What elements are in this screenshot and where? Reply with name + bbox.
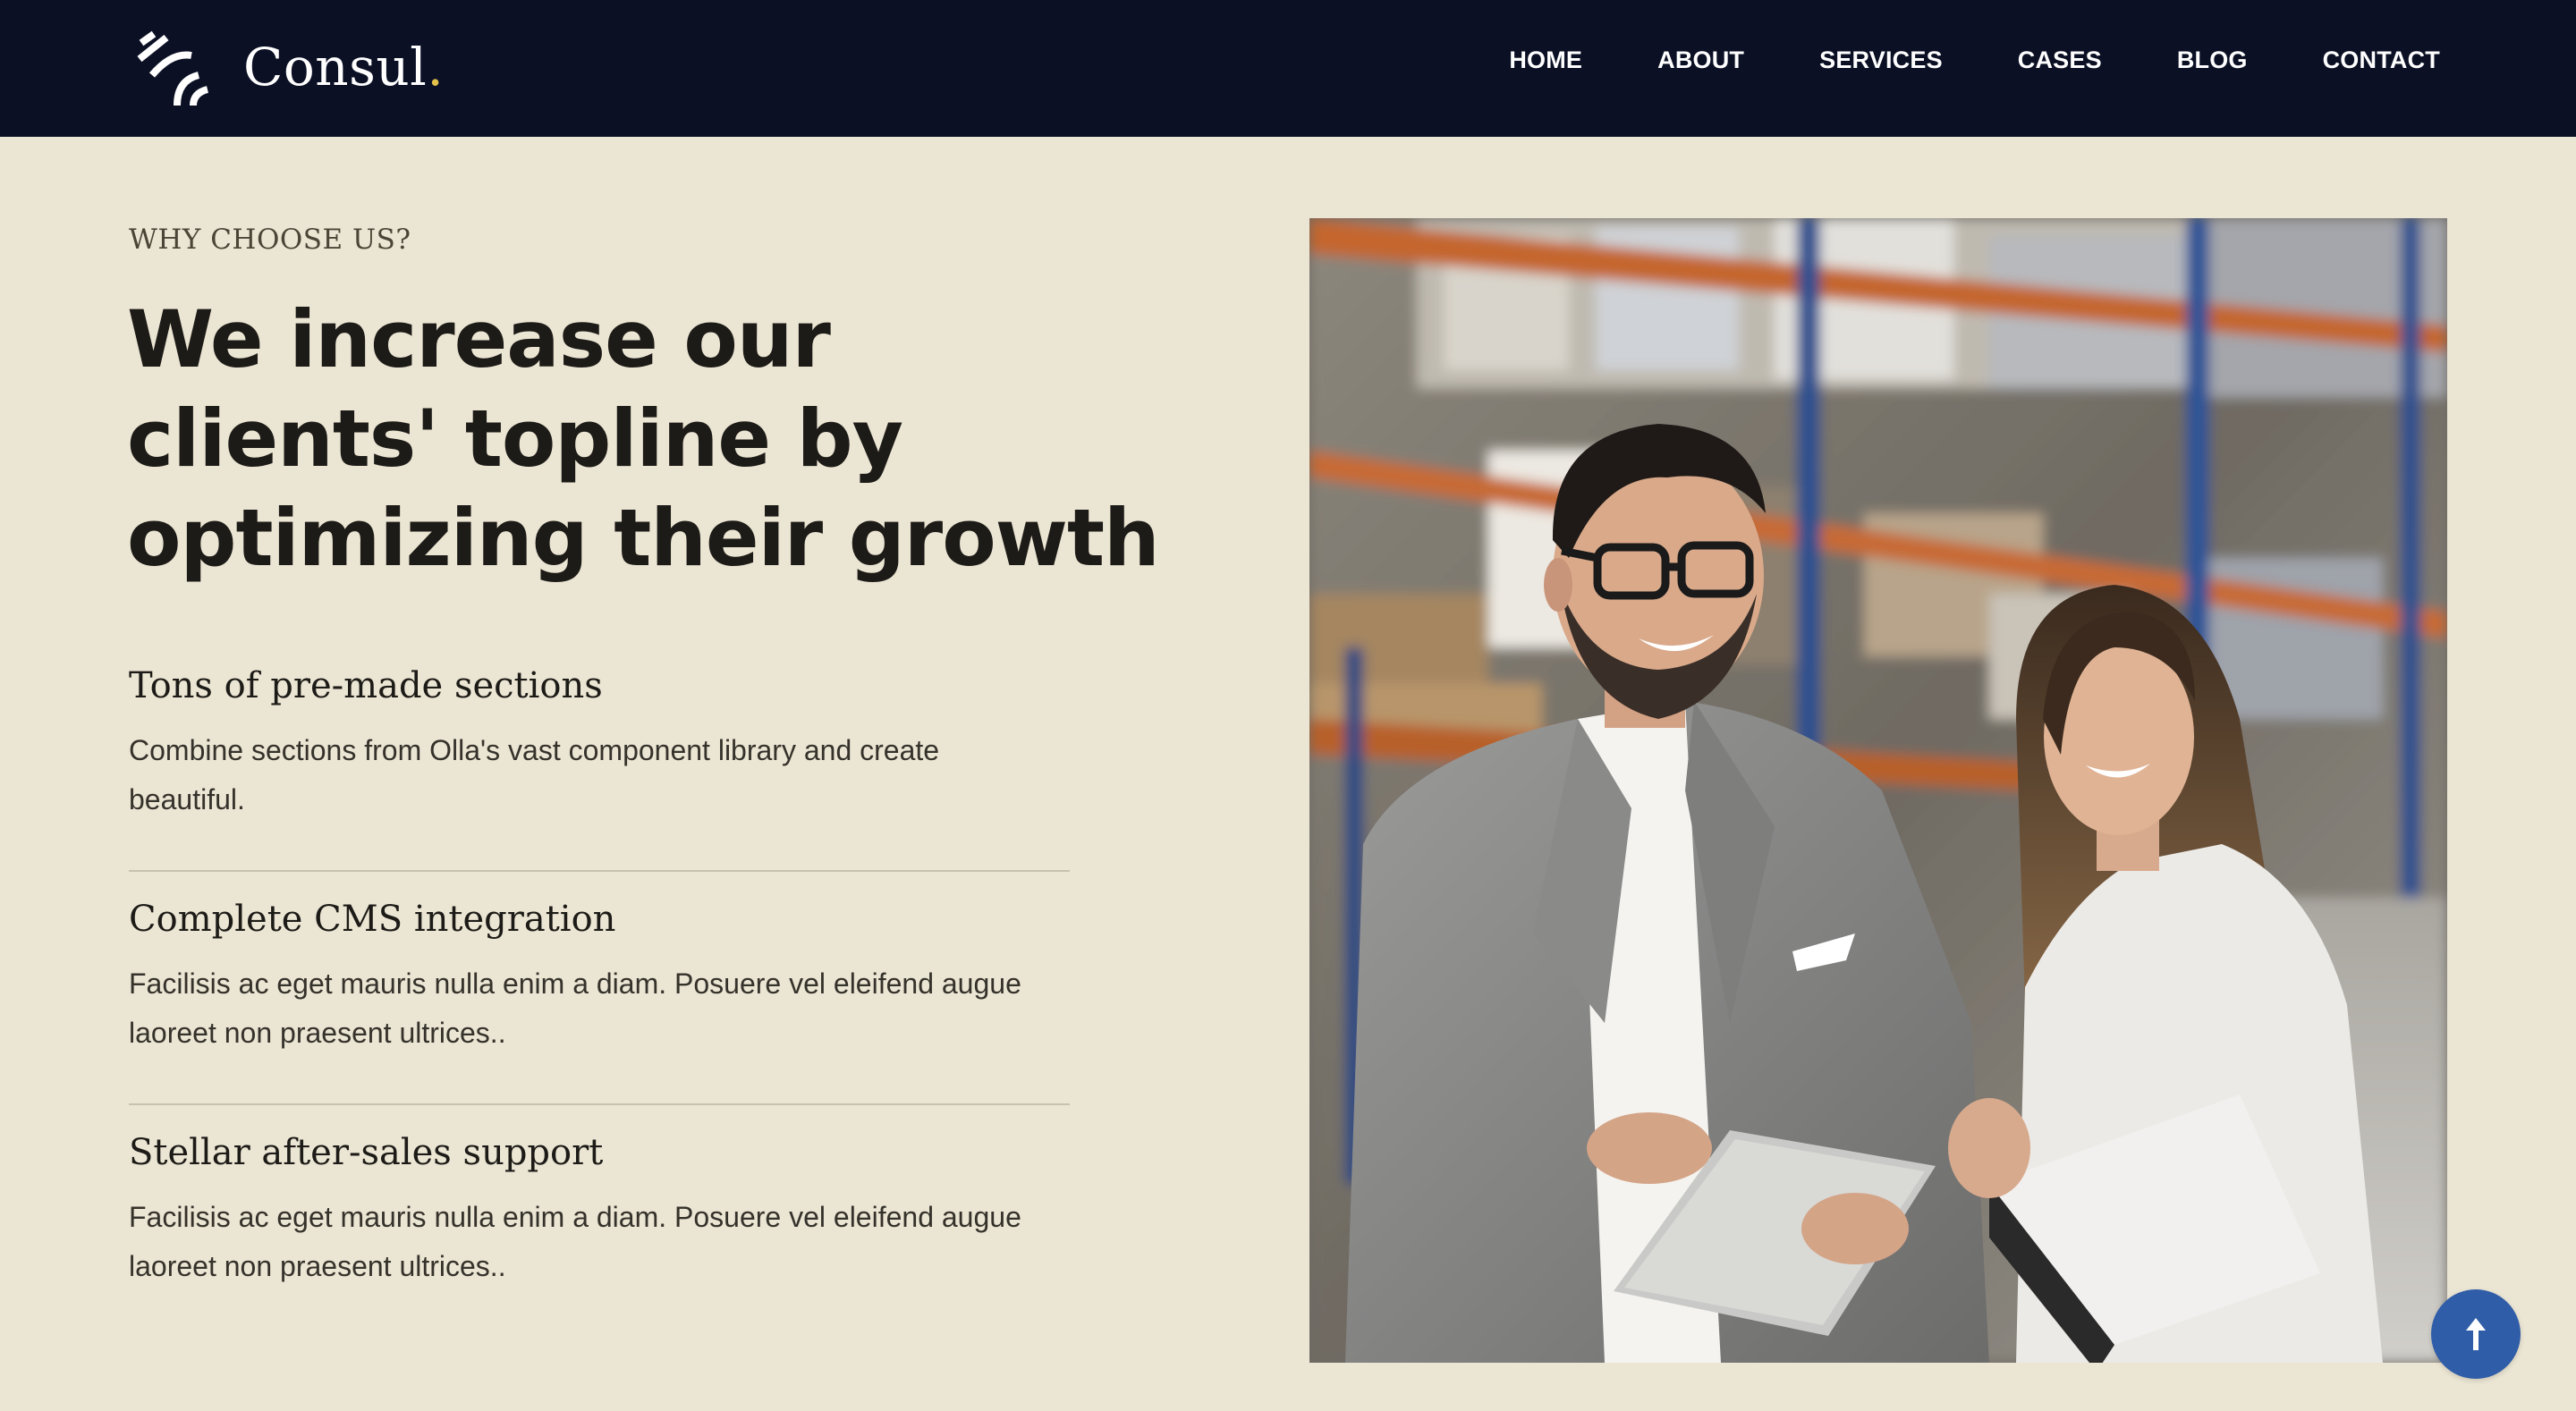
feature-item: Tons of pre-made sections Combine sectio… [129,662,1070,872]
feature-title: Complete CMS integration [129,899,616,940]
arrow-up-icon [2466,1318,2486,1350]
wave-signal-icon [137,30,209,106]
brand-name: Consul [243,37,428,97]
feature-title: Tons of pre-made sections [129,665,603,706]
feature-description: Facilisis ac eget mauris nulla enim a di… [129,1201,1021,1282]
feature-title: Stellar after-sales support [129,1132,604,1173]
feature-item: Stellar after-sales support Facilisis ac… [129,1128,1070,1339]
section-eyebrow: WHY CHOOSE US? [129,224,411,256]
feature-list: Tons of pre-made sections Combine sectio… [129,662,1070,1362]
brand-dot: . [427,37,444,97]
feature-description: Combine sections from Olla's vast compon… [129,734,940,815]
nav-blog[interactable]: BLOG [2177,46,2248,74]
photo-illustration [1309,218,2447,1363]
back-to-top-button[interactable] [2431,1289,2521,1379]
nav-home[interactable]: HOME [1509,46,1582,74]
nav-cases[interactable]: CASES [2018,46,2102,74]
site-header: Consul. HOME ABOUT SERVICES CASES BLOG C… [0,0,2576,137]
logo[interactable]: Consul. [136,27,444,107]
warehouse-business-people-photo [1309,218,2447,1363]
section-headline: We increase our clients' topline by opti… [127,293,1160,584]
feature-item: Complete CMS integration Facilisis ac eg… [129,895,1070,1105]
main-nav: HOME ABOUT SERVICES CASES BLOG CONTACT [1434,46,2440,74]
nav-services[interactable]: SERVICES [1819,46,1943,74]
feature-description: Facilisis ac eget mauris nulla enim a di… [129,967,1021,1049]
nav-about[interactable]: ABOUT [1657,46,1744,74]
nav-contact[interactable]: CONTACT [2323,46,2440,74]
